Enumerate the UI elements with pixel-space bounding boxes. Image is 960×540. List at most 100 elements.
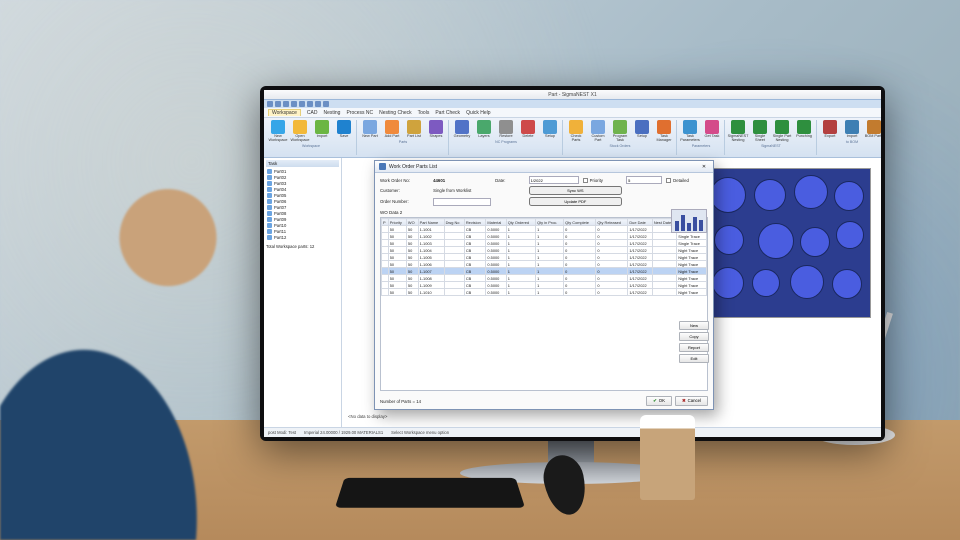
table-row[interactable]: 50501-1008CB0.500011001/17/2022Night Tra… [382, 275, 707, 282]
orderno-field[interactable] [433, 198, 491, 206]
title-bar: Part - SigmaNEST X1 [264, 90, 881, 100]
layers-icon [477, 120, 491, 134]
menu-nesting-check[interactable]: Nesting Check [379, 110, 412, 116]
col-header[interactable]: Qty in Proc. [536, 219, 564, 226]
table-row[interactable]: 50501-1005CB0.500011001/17/2022Night Tra… [382, 254, 707, 261]
col-header[interactable]: Qty Complete [564, 219, 596, 226]
dialog-titlebar[interactable]: Work Order Parts List ✕ [375, 161, 713, 173]
dlg-new-button[interactable]: New [679, 321, 709, 330]
ribbon-single-sheet[interactable]: Single Sheet [750, 120, 770, 143]
col-header[interactable]: P [382, 219, 389, 226]
custom-part-icon [591, 120, 605, 134]
ribbon-group-stock-orders: Check PartsCustom PartProgram TaskSetupT… [564, 120, 677, 155]
ok-button[interactable]: ✔OK [646, 396, 672, 406]
col-header[interactable]: Due Date [628, 219, 652, 226]
ribbon-shapes[interactable]: Shapes [426, 120, 446, 139]
sync-ws-button[interactable]: Sync WS [529, 186, 623, 195]
col-header[interactable]: Revision [464, 219, 486, 226]
ribbon-group-to-bom: ExportImportBOM Partsto BOM [818, 120, 881, 155]
table-row[interactable]: 50501-1003CB0.500011001/17/2022Single Tr… [382, 240, 707, 247]
ribbon-add-part[interactable]: Add Part [382, 120, 402, 139]
menu-cad[interactable]: CAD [307, 110, 318, 116]
cancel-button[interactable]: ✖Cancel [675, 396, 708, 406]
ribbon-custom-part[interactable]: Custom Part [588, 120, 608, 143]
ribbon-punching[interactable]: Punching [794, 120, 814, 143]
dialog-title: Work Order Parts List [389, 164, 437, 170]
new-part-icon [363, 120, 377, 134]
tree-footer-count: 12 [310, 244, 315, 249]
ribbon-group-sigmanest: SigmaNEST NestingSingle SheetSingle Part… [726, 120, 817, 155]
ribbon-delete[interactable]: Delete [518, 120, 538, 139]
menu-quick-help[interactable]: Quick Help [466, 110, 490, 116]
val-customer: Single from Worklist [433, 188, 524, 193]
ribbon-geometry[interactable]: Geometry [452, 120, 472, 139]
col-header[interactable]: Qty Released [596, 219, 628, 226]
table-row[interactable]: 50501-1004CB0.500011001/17/2022Night Tra… [382, 247, 707, 254]
table-row[interactable]: 50501-1010CB0.500011001/17/2022Night Tra… [382, 289, 707, 296]
ribbon[interactable]: New WorkspaceOpen WorkspaceImportSaveWor… [264, 118, 881, 158]
dialog-tab[interactable]: WO Data 2 [375, 209, 713, 215]
update-pdf-button[interactable]: Update PDF [529, 197, 623, 206]
ribbon-setup[interactable]: Setup [632, 120, 652, 143]
app-screen: Part - SigmaNEST X1 Workspace CAD Nesting P… [264, 90, 881, 437]
ribbon-task-manager[interactable]: Task Manager [654, 120, 674, 143]
ribbon-single-part-nesting[interactable]: Single Part Nesting [772, 120, 792, 143]
ribbon-get-task[interactable]: Get Task [702, 120, 722, 143]
table-row[interactable]: 50501-1006CB0.500011001/17/2022Night Tra… [382, 261, 707, 268]
ribbon-part-list[interactable]: Part List [404, 120, 424, 139]
wo-grid[interactable]: PPriorityWOPart NameDwg NoRevisionMateri… [380, 217, 708, 391]
ribbon-layers[interactable]: Layers [474, 120, 494, 139]
col-header[interactable]: Dwg No [444, 219, 464, 226]
ribbon-check-parts[interactable]: Check Parts [566, 120, 586, 143]
detailed-check[interactable]: Detailed [666, 178, 708, 183]
val-wo-no: 44601 [433, 178, 491, 183]
ribbon-import[interactable]: Import [842, 120, 862, 139]
close-icon[interactable]: ✕ [699, 164, 709, 170]
table-row[interactable]: 50501-1007CB0.500011001/17/2022Night Tra… [382, 268, 707, 275]
ribbon-program-task[interactable]: Program Task [610, 120, 630, 143]
ribbon-import[interactable]: Import [312, 120, 332, 143]
dlg-copy-button[interactable]: Copy [679, 332, 709, 341]
priority-check[interactable]: Priority [583, 178, 623, 183]
setup-icon [635, 120, 649, 134]
get-task-icon [705, 120, 719, 134]
col-header[interactable]: Qty Ordered [506, 219, 535, 226]
menu-part-check[interactable]: Part Check [435, 110, 460, 116]
col-header[interactable]: Material [486, 219, 506, 226]
ribbon-open-workspace[interactable]: Open Workspace [290, 120, 310, 143]
single-sheet-icon [753, 120, 767, 134]
footer-count: 14 [416, 399, 421, 404]
col-header[interactable]: WO [406, 219, 418, 226]
col-header[interactable]: Part Name [418, 219, 444, 226]
date-field[interactable] [529, 176, 579, 184]
menu-tools[interactable]: Tools [418, 110, 430, 116]
col-header[interactable]: Priority [388, 219, 406, 226]
ribbon-sigmanest-nesting[interactable]: SigmaNEST Nesting [728, 120, 748, 143]
ribbon-task-parameters[interactable]: Task Parameters [680, 120, 700, 143]
quick-access-toolbar[interactable] [264, 100, 881, 108]
table-row[interactable]: 50501-1001CB0.500011001/17/2022Single Tr… [382, 226, 707, 233]
menu-process-nc[interactable]: Process NC [346, 110, 373, 116]
menu-nesting[interactable]: Nesting [323, 110, 340, 116]
sigmanest-nesting-icon [731, 120, 745, 134]
part-list-icon [407, 120, 421, 134]
nest-preview[interactable] [703, 168, 871, 318]
ribbon-new-part[interactable]: New Part [360, 120, 380, 139]
table-row[interactable]: 50501-1009CB0.500011001/17/2022Night Tra… [382, 282, 707, 289]
dlg-report-button[interactable]: Report [679, 343, 709, 352]
priority-field[interactable] [626, 176, 662, 184]
table-row[interactable]: 50501-1002CB0.500011001/17/2022Single Tr… [382, 233, 707, 240]
open-workspace-icon [293, 120, 307, 134]
ribbon-group-parameters: Task ParametersGet TaskParameters [678, 120, 725, 155]
ribbon-save[interactable]: Save [334, 120, 354, 143]
ribbon-bom-parts[interactable]: BOM Parts [864, 120, 881, 139]
app-title: Part - SigmaNEST X1 [267, 92, 878, 98]
ribbon-setup[interactable]: Setup [540, 120, 560, 139]
menu-bar[interactable]: Workspace CAD Nesting Process NC Nesting Che… [264, 108, 881, 118]
coffee-cup-prop [640, 415, 695, 500]
add-part-icon [385, 120, 399, 134]
ribbon-restore[interactable]: Restore [496, 120, 516, 139]
menu-workspace[interactable]: Workspace [268, 109, 301, 116]
dlg-edit-button[interactable]: Edit [679, 354, 709, 363]
ribbon-export[interactable]: Export [820, 120, 840, 139]
